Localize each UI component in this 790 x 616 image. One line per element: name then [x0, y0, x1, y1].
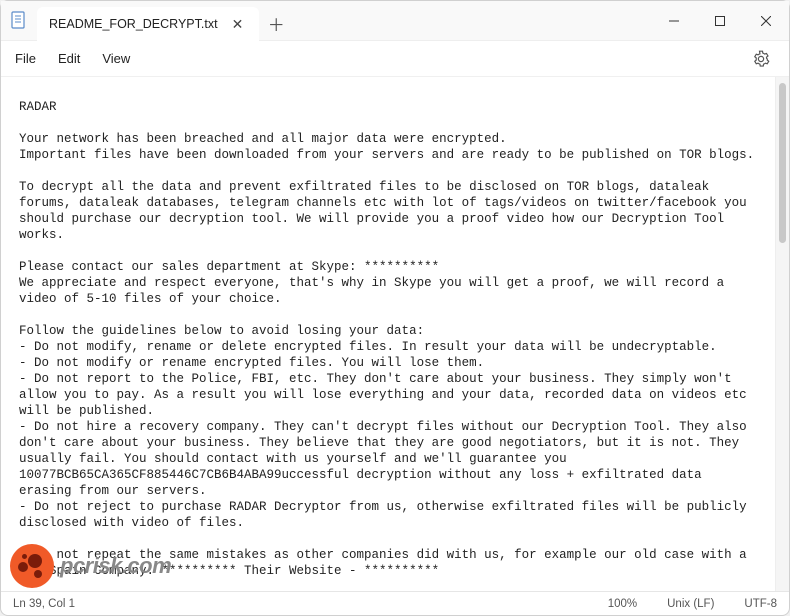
gear-icon — [752, 50, 770, 68]
close-window-button[interactable] — [743, 1, 789, 41]
text-p5: - Do not repeat the same mistakes as oth… — [19, 548, 754, 578]
text-b3: - Do not report to the Police, FBI, etc.… — [19, 372, 754, 418]
close-tab-icon[interactable]: ✕ — [228, 16, 248, 33]
text-p4: Follow the guidelines below to avoid los… — [19, 324, 424, 338]
text-p2: To decrypt all the data and prevent exfi… — [19, 180, 754, 242]
text-b4: - Do not hire a recovery company. They c… — [19, 420, 754, 498]
app-icon — [1, 1, 37, 40]
text-p1: Your network has been breached and all m… — [19, 132, 754, 162]
menubar: File Edit View — [1, 41, 789, 77]
statusbar: Ln 39, Col 1 100% Unix (LF) UTF-8 — [1, 591, 789, 615]
menu-edit[interactable]: Edit — [58, 51, 80, 66]
maximize-button[interactable] — [697, 1, 743, 41]
status-zoom[interactable]: 100% — [608, 598, 637, 610]
minimize-button[interactable] — [651, 1, 697, 41]
titlebar: README_FOR_DECRYPT.txt ✕ ＋ — [1, 1, 789, 41]
status-position[interactable]: Ln 39, Col 1 — [13, 598, 75, 610]
text-p3: Please contact our sales department at S… — [19, 260, 732, 306]
scrollbar-thumb[interactable] — [779, 83, 786, 243]
tab-title: README_FOR_DECRYPT.txt — [49, 17, 218, 31]
status-encoding[interactable]: UTF-8 — [744, 598, 777, 610]
text-b2: - Do not modify or rename encrypted file… — [19, 356, 484, 370]
window-controls — [651, 1, 789, 40]
app-window: README_FOR_DECRYPT.txt ✕ ＋ File Edit Vie… — [0, 0, 790, 616]
new-tab-button[interactable]: ＋ — [259, 7, 293, 40]
status-eol[interactable]: Unix (LF) — [667, 598, 714, 610]
text-b5: - Do not reject to purchase RADAR Decryp… — [19, 500, 754, 530]
file-tab[interactable]: README_FOR_DECRYPT.txt ✕ — [37, 7, 259, 41]
menu-view[interactable]: View — [102, 51, 130, 66]
settings-button[interactable] — [747, 45, 775, 73]
editor-wrap: RADAR Your network has been breached and… — [1, 77, 789, 591]
editor-content[interactable]: RADAR Your network has been breached and… — [1, 77, 775, 591]
text-b1: - Do not modify, rename or delete encryp… — [19, 340, 717, 354]
text-title: RADAR — [19, 100, 57, 114]
scrollbar[interactable] — [775, 77, 789, 591]
menu-file[interactable]: File — [15, 51, 36, 66]
